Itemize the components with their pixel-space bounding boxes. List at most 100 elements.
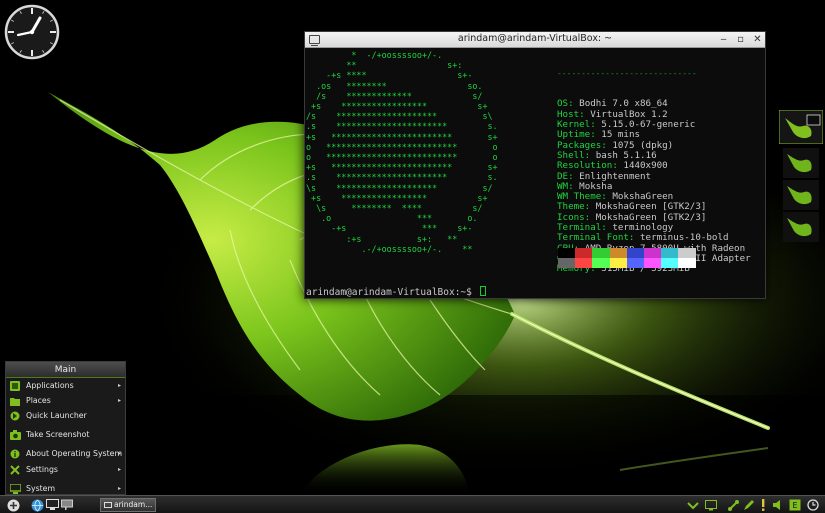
minimize-button[interactable]: ‒	[717, 33, 730, 46]
logo-line: /s ************* s/	[306, 90, 483, 101]
menu-item-label: Take Screenshot	[26, 430, 90, 439]
text-cursor	[479, 286, 486, 296]
menu-item-label: Settings	[26, 465, 58, 474]
menu-item-label: Places	[26, 396, 51, 405]
color-swatch	[609, 258, 627, 268]
info-separator: -----------------------------	[557, 68, 697, 78]
logo-line: +s ************************ s+	[306, 162, 498, 173]
network-icon[interactable]	[726, 498, 740, 512]
alert-icon[interactable]	[756, 498, 770, 512]
menu-item-applications[interactable]: Applications ▸	[6, 378, 125, 393]
neofetch-logo: * -/+oossssoo+/-. ** s+: -+s **** s+- .o…	[306, 50, 498, 254]
logo-line: o ************************** o	[306, 141, 498, 152]
globe-icon[interactable]	[30, 498, 44, 512]
logo-line: -+s **** s+-	[306, 70, 473, 81]
color-swatch	[626, 258, 644, 268]
menu-item-quick-launcher[interactable]: Quick Launcher	[6, 408, 125, 423]
quick-launcher-icon	[9, 410, 21, 422]
bottom-shelf: arindam... E	[0, 495, 825, 513]
file-manager-icon[interactable]	[60, 498, 74, 512]
logo-line: .o *** o.	[306, 213, 478, 224]
taskbar-terminal-button[interactable]: arindam...	[100, 498, 156, 512]
logo-line: +s ***************** s+	[306, 192, 488, 203]
menu-title: Main	[6, 362, 125, 378]
logo-line: /s ******************** s\	[306, 111, 493, 122]
system-icon	[9, 483, 21, 495]
menu-item-label: About Operating System	[26, 449, 123, 458]
color-swatch	[626, 248, 644, 258]
color-swatch	[592, 258, 610, 268]
window-title: arindam@arindam-VirtualBox: ~	[457, 33, 613, 44]
task-label: arindam...	[114, 500, 153, 509]
menu-item-places[interactable]: Places ▸	[6, 393, 125, 408]
workspace-2[interactable]	[783, 148, 819, 178]
submenu-arrow-icon: ▸	[117, 466, 121, 473]
clock-tray-icon[interactable]	[806, 498, 820, 512]
volume-icon[interactable]	[771, 498, 785, 512]
logo-line: :+s s+: **	[306, 233, 458, 244]
logo-line: .s ********************** s.	[306, 121, 498, 132]
maximize-button[interactable]: ▫	[734, 33, 747, 46]
color-swatch	[661, 248, 679, 258]
color-swatch	[575, 248, 593, 258]
dropdown-icon[interactable]	[686, 498, 700, 512]
logo-line: -+s *** s+-	[306, 223, 473, 234]
color-swatch	[678, 248, 696, 258]
clock-gadget[interactable]	[4, 4, 60, 60]
places-icon	[9, 395, 21, 407]
logo-line: ** s+:	[306, 60, 463, 71]
terminal-icon	[104, 502, 112, 508]
logo-line: \s ******** **** s/	[306, 203, 483, 214]
menu-item-take-screenshot[interactable]: Take Screenshot	[6, 427, 125, 442]
menu-item-label: System	[26, 484, 56, 493]
menu-item-label: Applications	[26, 381, 74, 390]
terminal-titlebar[interactable]: arindam@arindam-VirtualBox: ~ ‒ ▫ ✕	[305, 32, 765, 48]
prompt-text: arindam@arindam-VirtualBox:~$	[306, 287, 478, 298]
start-menu-icon[interactable]	[6, 498, 20, 512]
logo-line: o ************************** o	[306, 152, 498, 163]
color-swatch	[575, 258, 593, 268]
workspace-3[interactable]	[783, 180, 819, 210]
menu-item-settings[interactable]: Settings ▸	[6, 462, 125, 477]
workspace-4[interactable]	[783, 212, 819, 242]
terminal-output[interactable]: * -/+oossssoo+/-. ** s+: -+s **** s+- .o…	[305, 48, 765, 300]
close-button[interactable]: ✕	[751, 33, 764, 46]
submenu-arrow-icon: ▸	[117, 485, 121, 492]
svg-text:E: E	[792, 501, 797, 510]
main-menu: Main Applications ▸ Places ▸ Quick Launc…	[5, 361, 126, 495]
terminal-window[interactable]: arindam@arindam-VirtualBox: ~ ‒ ▫ ✕ * -/…	[304, 31, 766, 299]
logo-line: +s ************************ s+	[306, 131, 498, 142]
applications-icon	[9, 380, 21, 392]
workspace-1[interactable]	[778, 109, 824, 145]
shell-prompt[interactable]: arindam@arindam-VirtualBox:~$	[306, 286, 486, 298]
color-palette	[558, 248, 696, 268]
pencil-icon[interactable]	[742, 498, 756, 512]
color-swatch	[609, 248, 627, 258]
system-info: ----------------------------- OS: Bodhi …	[557, 48, 751, 275]
submenu-arrow-icon: ▸	[117, 382, 121, 389]
menu-item-system[interactable]: System ▸	[6, 481, 125, 496]
submenu-arrow-icon: ▸	[117, 450, 121, 457]
camera-icon	[9, 429, 21, 441]
screen-icon[interactable]	[704, 498, 718, 512]
keyboard-icon[interactable]: E	[788, 498, 802, 512]
about-icon	[9, 448, 21, 460]
color-swatch	[558, 248, 576, 258]
color-swatch	[678, 258, 696, 268]
color-swatch	[592, 248, 610, 258]
color-swatch	[661, 258, 679, 268]
workspace-pager	[777, 109, 825, 245]
color-swatch	[643, 258, 662, 268]
submenu-arrow-icon: ▸	[117, 397, 121, 404]
terminal-launcher-icon[interactable]	[45, 498, 59, 512]
logo-line: .os ******** so.	[306, 80, 483, 91]
logo-line: .-/+oossssoo+/-. **	[306, 243, 473, 254]
logo-line: \s ******************** s/	[306, 182, 493, 193]
menu-item-about-operating-system[interactable]: About Operating System ▸	[6, 446, 125, 461]
logo-line: * -/+oossssoo+/-.	[306, 50, 443, 60]
color-swatch	[558, 258, 576, 268]
logo-line: +s ***************** s+	[306, 101, 488, 112]
logo-line: .s ********************** s.	[306, 172, 498, 183]
color-swatch	[643, 248, 662, 258]
settings-icon	[9, 464, 21, 476]
